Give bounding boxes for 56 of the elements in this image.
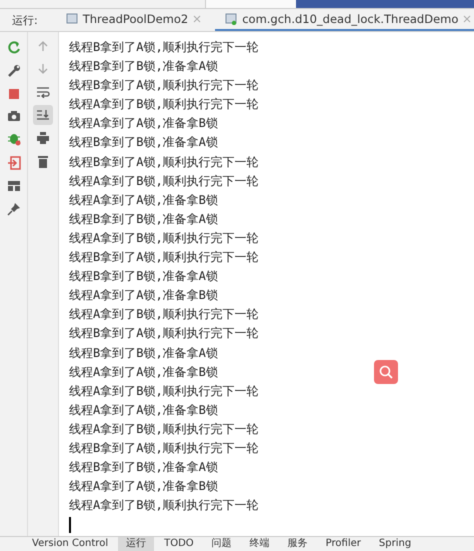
layout-icon[interactable]: [6, 180, 20, 192]
close-icon[interactable]: [193, 15, 202, 23]
console-line: 线程A拿到了A锁,准备拿B锁: [69, 287, 218, 304]
tool-window-tab[interactable]: Spring: [370, 537, 420, 551]
console-line: 线程A拿到了B锁,顺利执行完下一轮: [69, 306, 259, 324]
tool-window-tab[interactable]: 运行: [118, 537, 154, 551]
console-line: 线程A拿到了A锁,准备拿B锁: [69, 478, 218, 496]
console-line: 线程B拿到了A锁,顺利执行完下一轮: [69, 154, 259, 171]
console-line: 线程B拿到了A锁,顺利执行完下一轮: [69, 249, 259, 266]
stop-icon[interactable]: [8, 88, 20, 100]
tool-window-tab[interactable]: 服务: [280, 537, 316, 551]
run-label: 运行:: [12, 12, 38, 28]
scroll-tool-button[interactable]: [33, 105, 53, 125]
console-line: 线程B拿到了B锁,准备拿A锁: [69, 344, 218, 362]
tool-window-tab[interactable]: 问题: [204, 537, 240, 551]
trash-icon: [37, 154, 49, 168]
console-line: 线程B拿到了A锁,顺利执行完下一轮: [69, 77, 259, 94]
camera-icon[interactable]: [6, 110, 20, 122]
wrench-icon[interactable]: [6, 64, 20, 78]
console-line: 线程B拿到了B锁,准备拿A锁: [69, 268, 218, 286]
console-line: 线程A拿到了A锁,准备拿B锁: [69, 115, 218, 132]
console-line: 线程A拿到了A锁,准备拿B锁: [69, 402, 218, 419]
console-line: 线程B拿到了B锁,准备拿A锁: [69, 134, 218, 152]
scroll-to-end-icon: [36, 109, 50, 121]
console-line: 线程B拿到了B锁,准备拿A锁: [69, 210, 218, 228]
printer-icon: [36, 132, 50, 144]
run-tab[interactable]: com.gch.d10_dead_lock.ThreadDemo: [215, 9, 474, 31]
up-arrow-icon: [37, 40, 49, 52]
console-line: 线程B拿到了B锁,准备拿A锁: [69, 459, 218, 476]
console-line: 线程A拿到了B锁,顺利执行完下一轮: [69, 230, 259, 247]
down-arrow-icon: [37, 63, 49, 75]
tool-window-tab[interactable]: 终端: [242, 537, 278, 551]
tool-window-tab[interactable]: Profiler: [318, 537, 369, 551]
wrap-icon: [36, 86, 50, 98]
tool-window-tab[interactable]: Version Control: [24, 537, 116, 551]
console-line: 线程B拿到了B锁,准备拿A锁: [69, 58, 218, 76]
console-line: 线程A拿到了B锁,顺利执行完下一轮: [69, 497, 259, 514]
close-icon[interactable]: [463, 15, 472, 23]
tool-window-tab[interactable]: TODO: [156, 537, 202, 551]
console-line: 线程A拿到了B锁,顺利执行完下一轮: [69, 96, 259, 114]
pin-icon[interactable]: [6, 202, 20, 216]
rerun-icon[interactable]: [6, 40, 20, 54]
exit-icon[interactable]: [6, 156, 20, 170]
console-line: 线程A拿到了B锁,顺利执行完下一轮: [69, 420, 259, 438]
bug-icon[interactable]: [6, 132, 20, 146]
text-cursor: [69, 517, 70, 534]
console-line: 线程B拿到了A锁,顺利执行完下一轮: [69, 325, 259, 342]
console-line: 线程A拿到了B锁,顺利执行完下一轮: [69, 172, 259, 190]
run-tab[interactable]: ThreadPoolDemo2: [56, 9, 212, 31]
console-line: 线程B拿到了A锁,顺利执行完下一轮: [69, 440, 259, 457]
search-button[interactable]: [374, 360, 398, 384]
console-line: 线程B拿到了A锁,顺利执行完下一轮: [69, 39, 259, 56]
console-line: 线程A拿到了A锁,准备拿B锁: [69, 364, 218, 381]
console-line: 线程A拿到了A锁,准备拿B锁: [69, 192, 218, 209]
console-line: 线程A拿到了B锁,顺利执行完下一轮: [69, 382, 259, 400]
search-icon: [378, 364, 394, 380]
